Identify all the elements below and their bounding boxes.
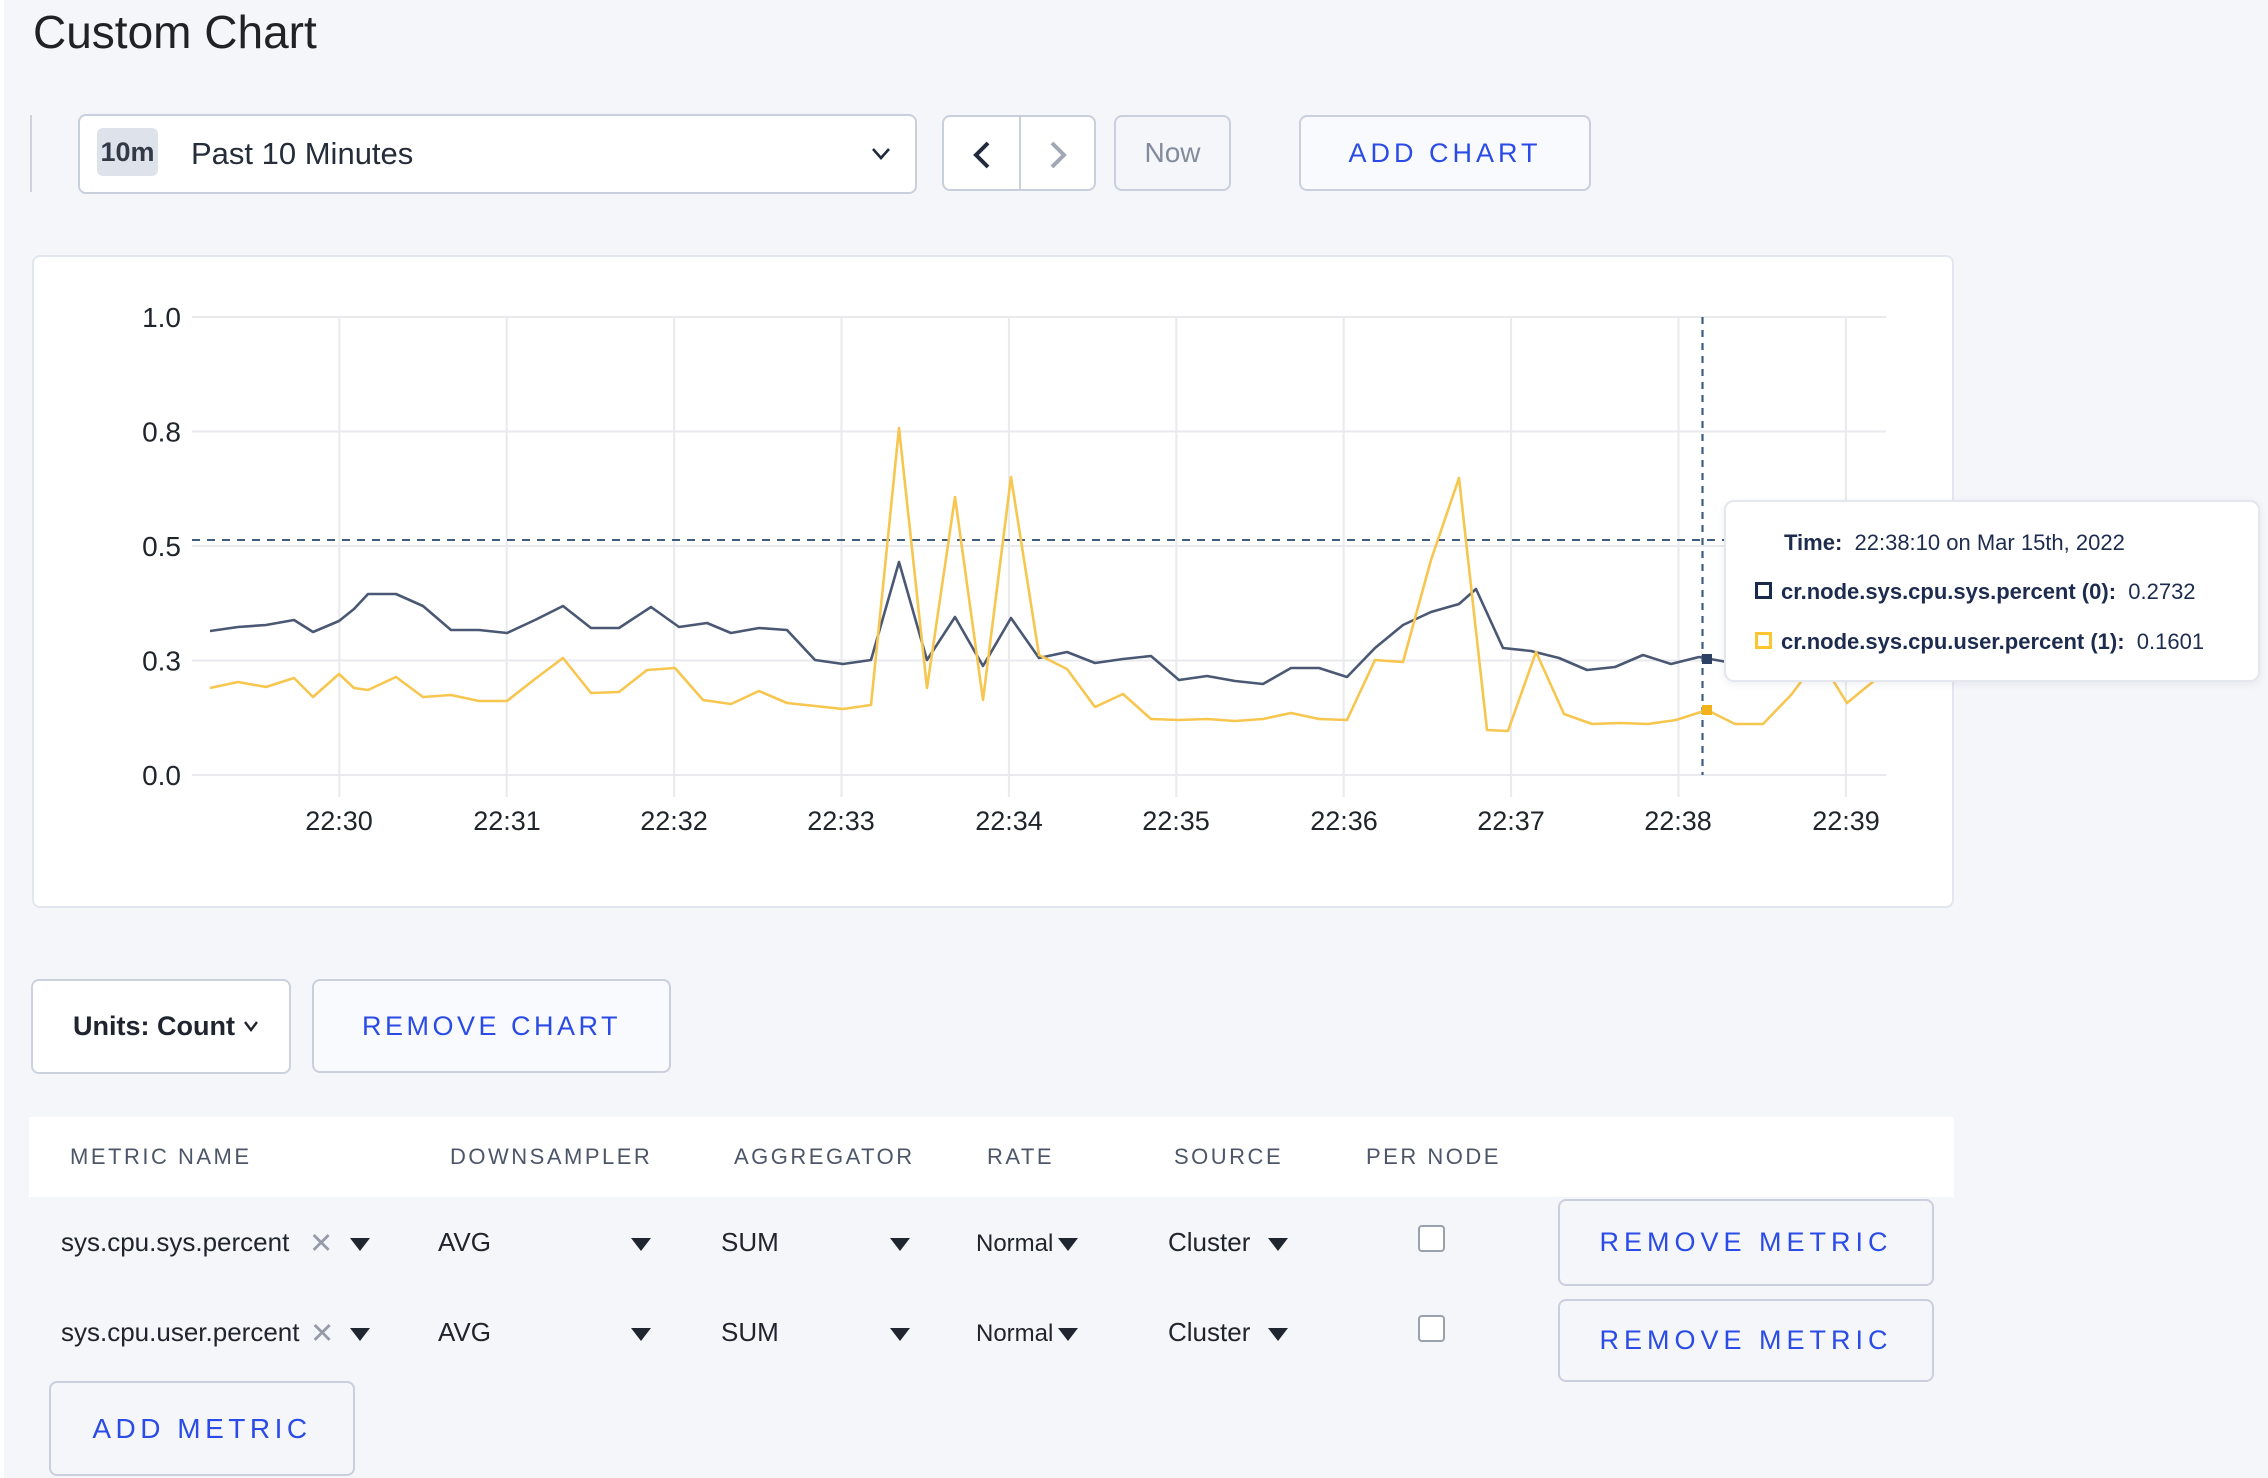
- svg-text:22:30: 22:30: [305, 806, 373, 836]
- svg-text:22:37: 22:37: [1477, 806, 1545, 836]
- svg-text:1.0: 1.0: [142, 302, 181, 333]
- svg-text:0.8: 0.8: [142, 417, 181, 448]
- svg-text:22:38: 22:38: [1644, 806, 1712, 836]
- svg-text:22:34: 22:34: [975, 806, 1043, 836]
- svg-text:22:33: 22:33: [807, 806, 875, 836]
- svg-text:22:31: 22:31: [473, 806, 541, 836]
- svg-text:22:36: 22:36: [1310, 806, 1378, 836]
- svg-text:0.5: 0.5: [142, 531, 181, 562]
- svg-text:22:39: 22:39: [1812, 806, 1880, 836]
- svg-text:22:32: 22:32: [640, 806, 708, 836]
- svg-text:0.0: 0.0: [142, 760, 181, 791]
- svg-text:0.3: 0.3: [142, 646, 181, 677]
- svg-text:22:35: 22:35: [1142, 806, 1210, 836]
